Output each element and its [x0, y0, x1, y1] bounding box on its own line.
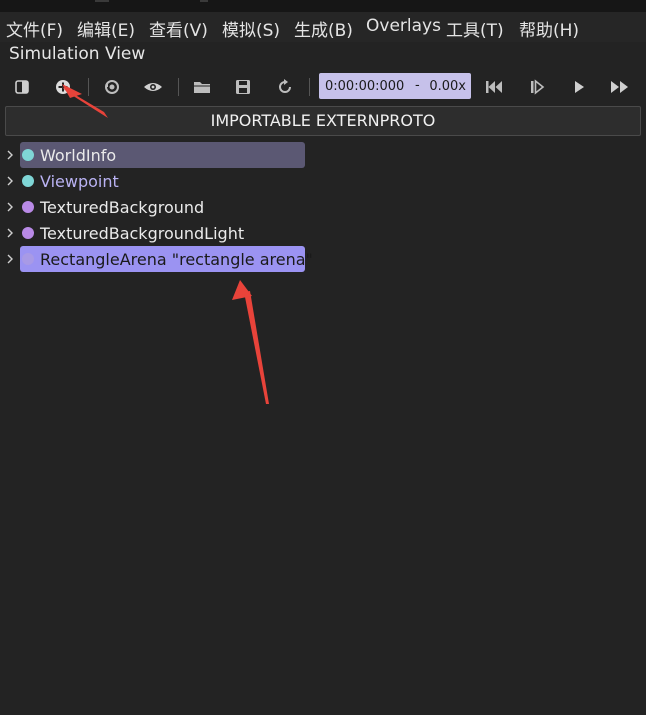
node-type-dot-icon: [22, 201, 34, 213]
menu-simulation[interactable]: 模拟(S): [222, 16, 280, 41]
simulation-speed: 0.00x: [429, 79, 466, 94]
toolbar-separator: [88, 78, 89, 96]
menu-tools[interactable]: 工具(T): [446, 16, 504, 41]
title-strip-mark: [95, 0, 109, 2]
tree-node-label: TexturedBackground: [40, 197, 205, 217]
save-icon[interactable]: [230, 74, 256, 100]
toolbar-separator: [178, 78, 179, 96]
eye-icon[interactable]: [140, 74, 166, 100]
tree-node-label: WorldInfo: [40, 145, 117, 165]
toolbar: 0:00:00:000 - 0.00x: [0, 70, 646, 104]
time-separator: -: [415, 78, 420, 93]
reset-simulation-icon[interactable]: [481, 74, 507, 100]
tree-node-texturedbackgroundlight[interactable]: TexturedBackgroundLight: [20, 220, 248, 246]
menu-edit[interactable]: 编辑(E): [77, 16, 135, 41]
play-icon[interactable]: [566, 74, 592, 100]
annotation-arrowhead-arena: [232, 280, 252, 300]
open-folder-icon[interactable]: [189, 74, 215, 100]
menu-bar: 文件(F) 编辑(E) 查看(V) 模拟(S) 生成(B) Overlays 工…: [0, 12, 646, 42]
import-externproto-button[interactable]: IMPORTABLE EXTERNPROTO: [5, 106, 641, 136]
toggle-panel-icon[interactable]: [9, 74, 35, 100]
tree-node-label: RectangleArena "rectangle arena": [40, 249, 313, 269]
menu-file[interactable]: 文件(F): [6, 16, 63, 41]
node-type-dot-icon: [22, 227, 34, 239]
fast-forward-icon[interactable]: [607, 74, 633, 100]
menu-build[interactable]: 生成(B): [294, 16, 353, 41]
tree-node-rectanglearena[interactable]: RectangleArena "rectangle arena": [20, 246, 313, 272]
simulation-time-display: 0:00:00:000 - 0.00x: [319, 73, 471, 99]
tree-row[interactable]: TexturedBackgroundLight: [0, 220, 646, 246]
tree-node-viewpoint[interactable]: Viewpoint: [20, 168, 123, 194]
chevron-right-icon[interactable]: [5, 148, 15, 162]
reset-view-icon[interactable]: [99, 74, 125, 100]
tree-row[interactable]: RectangleArena "rectangle arena": [0, 246, 646, 272]
menu-overlays[interactable]: Overlays: [366, 16, 441, 36]
node-type-dot-icon: [22, 149, 34, 161]
menu-view[interactable]: 查看(V): [149, 16, 208, 41]
chevron-right-icon[interactable]: [5, 226, 15, 240]
menu-help[interactable]: 帮助(H): [519, 16, 579, 41]
panel-title: Simulation View: [9, 44, 146, 64]
chevron-right-icon[interactable]: [5, 200, 15, 214]
reload-icon[interactable]: [272, 74, 298, 100]
title-strip-mark: [200, 0, 208, 2]
add-node-icon[interactable]: [50, 74, 76, 100]
tree-node-texturedbackground[interactable]: TexturedBackground: [20, 194, 208, 220]
tree-node-worldinfo[interactable]: WorldInfo: [20, 142, 305, 168]
title-strip: [0, 0, 646, 12]
simulation-time: 0:00:00:000: [325, 79, 405, 94]
node-type-dot-icon: [22, 253, 34, 265]
node-type-dot-icon: [22, 175, 34, 187]
chevron-right-icon[interactable]: [5, 252, 15, 266]
chevron-right-icon[interactable]: [5, 174, 15, 188]
tree-row[interactable]: Viewpoint: [0, 168, 646, 194]
step-icon[interactable]: [524, 74, 550, 100]
annotation-arrow-arena: [244, 291, 269, 404]
tree-row[interactable]: TexturedBackground: [0, 194, 646, 220]
tree-node-label: Viewpoint: [40, 171, 119, 191]
tree-row[interactable]: WorldInfo: [0, 142, 646, 168]
toolbar-separator: [309, 78, 310, 96]
tree-node-label: TexturedBackgroundLight: [40, 223, 245, 243]
